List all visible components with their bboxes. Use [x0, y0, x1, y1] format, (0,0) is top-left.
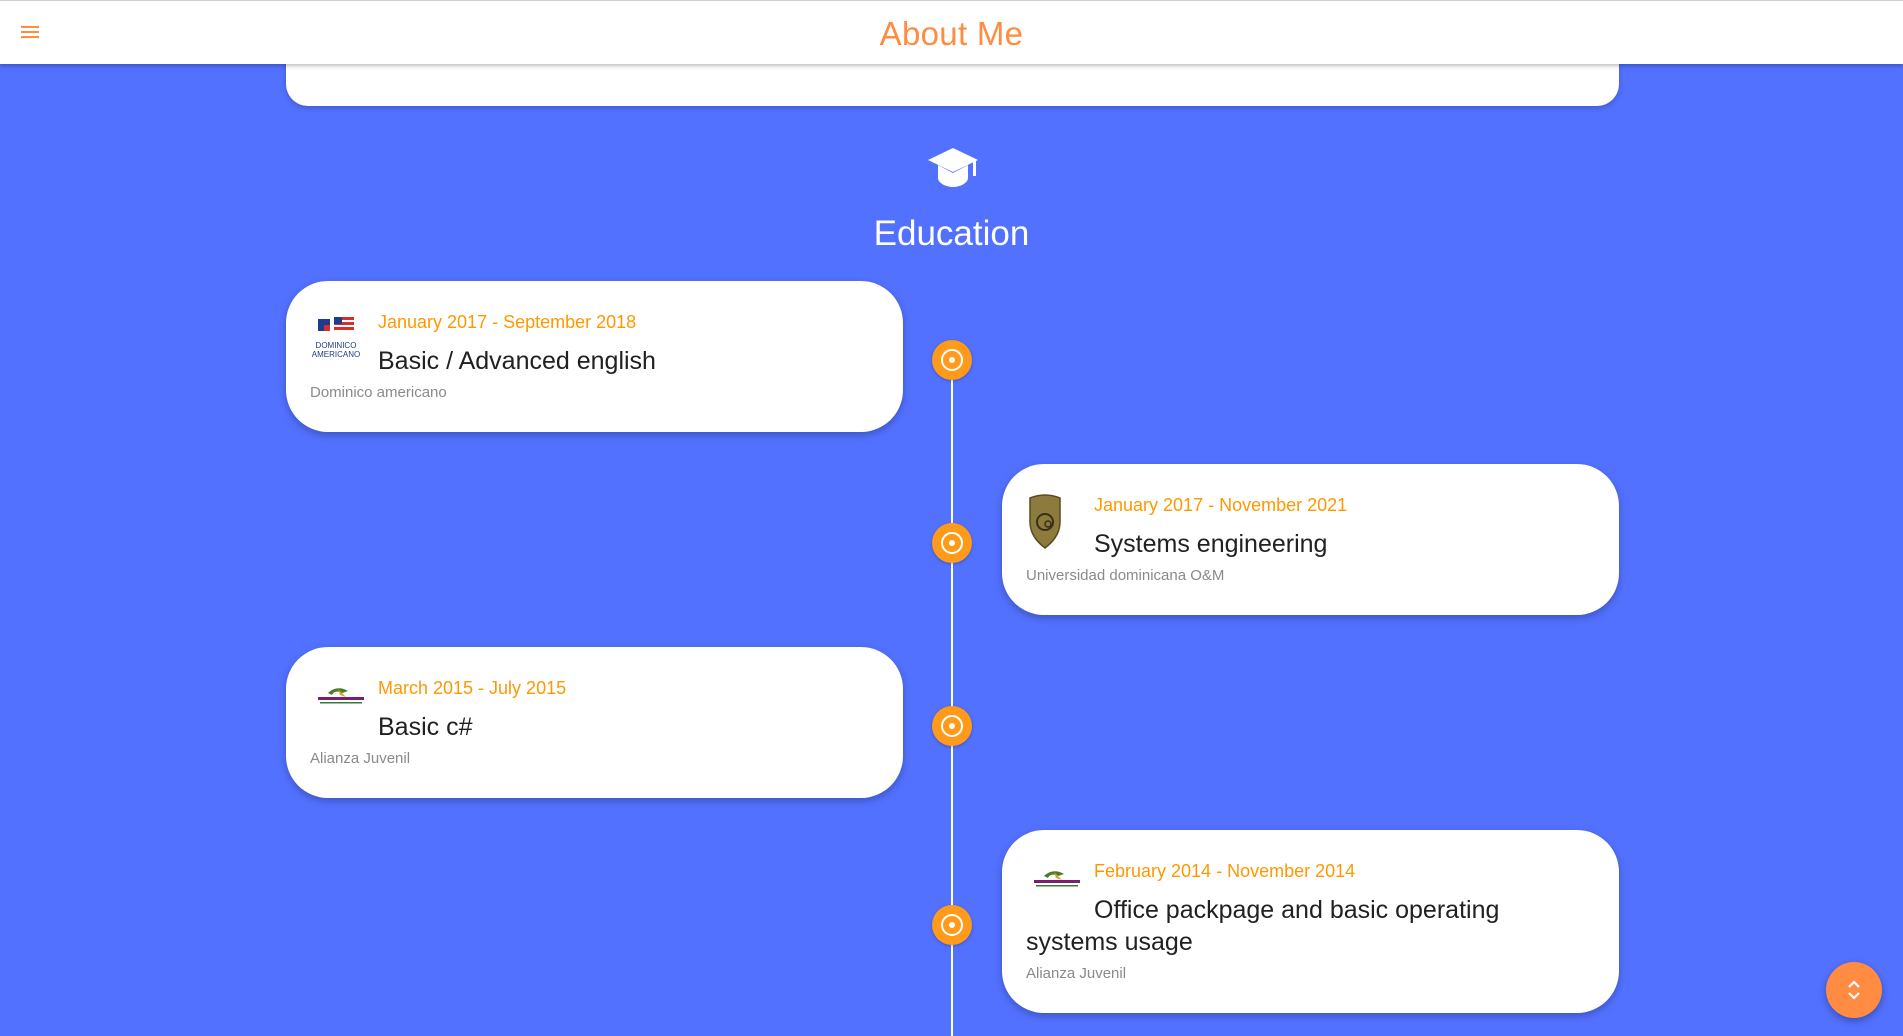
education-course: Basic / Advanced english — [378, 347, 656, 375]
top-app-bar: About Me — [0, 0, 1903, 64]
education-school: Dominico americano — [310, 384, 447, 401]
timeline-dot-icon — [932, 340, 972, 380]
education-school: Alianza Juvenil — [1026, 965, 1127, 982]
svg-text:DOMINICO: DOMINICO — [316, 341, 357, 350]
education-date: January 2017 - September 2018 — [378, 312, 637, 332]
section-title: Education — [873, 214, 1030, 253]
education-date: February 2014 - November 2014 — [1094, 861, 1356, 881]
timeline-dot-icon — [932, 706, 972, 746]
alianza-juvenil-logo — [318, 688, 364, 704]
dominico-americano-logo: DOMINICO AMERICANO — [312, 317, 360, 359]
svg-text:AMERICANO: AMERICANO — [312, 350, 360, 359]
education-card: March 2015 - July 2015 Basic c# Alianza … — [286, 647, 903, 798]
education-card: January 2017 - November 2021 Systems eng… — [1002, 464, 1619, 615]
timeline-dot-icon — [932, 905, 972, 945]
education-course: Systems engineering — [1094, 530, 1328, 558]
page-title: About Me — [879, 15, 1024, 52]
education-card: February 2014 - November 2014 Office pac… — [1002, 830, 1619, 1013]
education-school: Alianza Juvenil — [310, 750, 411, 767]
scroll-up-down-icon — [1848, 980, 1860, 1000]
education-date: January 2017 - November 2021 — [1094, 495, 1348, 515]
timeline-dot-icon — [932, 523, 972, 563]
education-card: DOMINICO AMERICANO January 2017 - Septem… — [286, 281, 903, 432]
o-and-m-shield-logo — [1029, 494, 1061, 549]
alianza-juvenil-logo — [1034, 871, 1080, 887]
education-course: Basic c# — [378, 713, 473, 741]
scroll-fab-button[interactable] — [1826, 962, 1882, 1018]
education-school: Universidad dominicana O&M — [1026, 567, 1225, 584]
education-course: Office packpage and basic operating syst… — [1026, 896, 1500, 956]
education-date: March 2015 - July 2015 — [378, 678, 567, 698]
graduation-cap-icon — [928, 148, 978, 187]
